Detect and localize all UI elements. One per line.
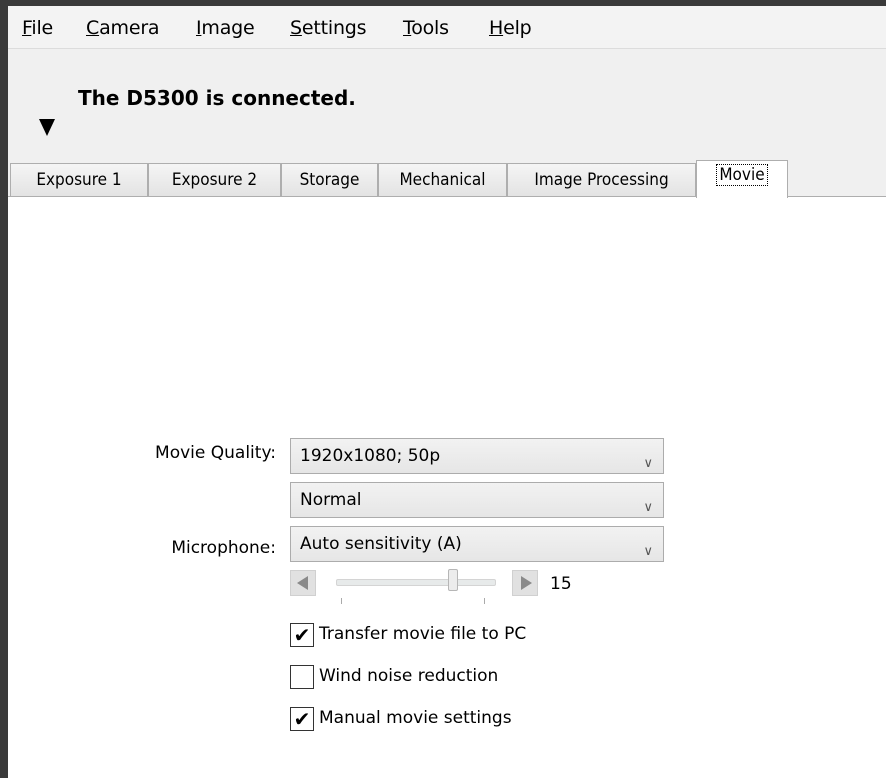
tab-image-processing[interactable]: Image Processing <box>507 163 696 196</box>
mic-level-track[interactable] <box>336 579 496 586</box>
tab-bar: Exposure 1 Exposure 2 Storage Mechanical… <box>8 160 886 198</box>
menu-help[interactable]: Help <box>489 17 532 39</box>
menu-image[interactable]: Image <box>196 17 255 39</box>
triangle-left-icon <box>297 576 308 590</box>
movie-compression-select[interactable]: Normal ∨ <box>290 482 664 518</box>
connection-status: The D5300 is connected. <box>78 86 356 110</box>
movie-quality-select[interactable]: 1920x1080; 50p ∨ <box>290 438 664 474</box>
mic-level-value: 15 <box>550 574 572 594</box>
transfer-movie-checkbox[interactable]: ✔ <box>290 623 314 647</box>
slider-tick <box>484 598 485 604</box>
chevron-down-icon: ∨ <box>643 544 653 559</box>
mic-level-thumb[interactable] <box>447 569 458 591</box>
menu-bar: File Camera Image Settings Tools Help <box>8 6 886 49</box>
microphone-select[interactable]: Auto sensitivity (A) ∨ <box>290 526 664 562</box>
chevron-down-icon: ∨ <box>643 500 653 515</box>
tab-movie-label: Movie <box>716 164 768 186</box>
tab-exposure-1[interactable]: Exposure 1 <box>10 163 148 196</box>
slider-decrease-button[interactable] <box>290 570 316 596</box>
tab-mechanical[interactable]: Mechanical <box>378 163 507 196</box>
microphone-label: Microphone: <box>171 538 276 558</box>
tab-movie[interactable]: Movie <box>696 160 788 198</box>
manual-movie-checkbox[interactable]: ✔ <box>290 707 314 731</box>
tab-storage[interactable]: Storage <box>281 163 378 196</box>
expand-arrow-icon[interactable] <box>39 119 55 136</box>
menu-camera[interactable]: Camera <box>86 17 160 39</box>
menu-file[interactable]: File <box>22 17 53 39</box>
mic-level-slider-group: 15 <box>290 568 590 608</box>
microphone-value: Auto sensitivity (A) <box>300 534 462 554</box>
menu-tools[interactable]: Tools <box>403 17 449 39</box>
wind-noise-label[interactable]: Wind noise reduction <box>319 666 498 686</box>
movie-quality-value: 1920x1080; 50p <box>300 446 441 466</box>
slider-increase-button[interactable] <box>512 570 538 596</box>
movie-compression-value: Normal <box>300 490 362 510</box>
manual-movie-label[interactable]: Manual movie settings <box>319 708 512 728</box>
wind-noise-checkbox[interactable] <box>290 665 314 689</box>
app-window: File Camera Image Settings Tools Help Th… <box>8 0 886 778</box>
movie-quality-label: Movie Quality: <box>155 443 276 463</box>
slider-tick <box>341 598 342 604</box>
chevron-down-icon: ∨ <box>643 456 653 471</box>
menu-settings[interactable]: Settings <box>290 17 367 39</box>
tab-exposure-2[interactable]: Exposure 2 <box>148 163 281 196</box>
transfer-movie-label[interactable]: Transfer movie file to PC <box>319 624 526 644</box>
triangle-right-icon <box>521 576 532 590</box>
